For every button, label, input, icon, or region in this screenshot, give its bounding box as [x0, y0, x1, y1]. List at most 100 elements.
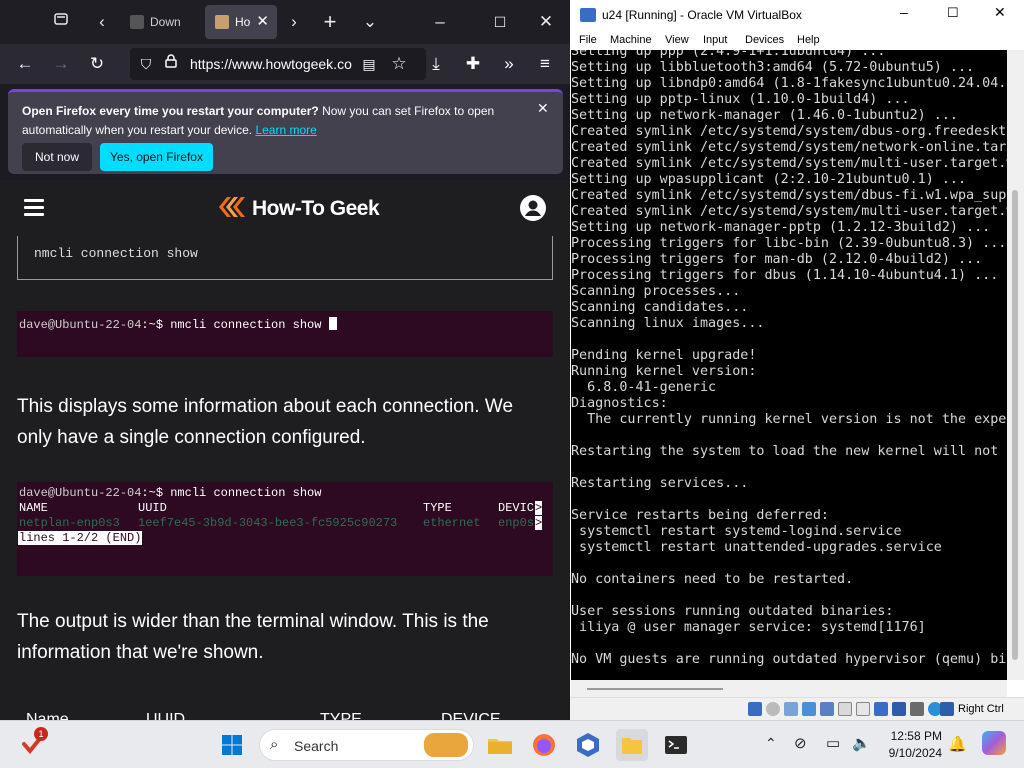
menu-machine[interactable]: Machine: [610, 34, 652, 46]
forward-icon[interactable]: →: [48, 51, 74, 77]
new-tab-icon[interactable]: +: [316, 9, 344, 35]
terminal-command: nmcli connection show: [170, 486, 322, 500]
lock-icon[interactable]: [158, 51, 184, 77]
menu-help[interactable]: Help: [797, 34, 820, 46]
page-content: How-To Geek nmcli connection show dave@U…: [0, 180, 570, 720]
terminal-line: No containers need to be restarted.: [571, 572, 854, 587]
menu-devices[interactable]: Devices: [745, 34, 784, 46]
extensions-icon[interactable]: ✚: [460, 51, 486, 77]
menu-view[interactable]: View: [665, 34, 689, 46]
shared-folders-icon[interactable]: [838, 702, 852, 716]
optical-drive-icon[interactable]: [766, 702, 780, 716]
terminal-icon[interactable]: [660, 729, 692, 761]
audio-icon[interactable]: [784, 702, 798, 716]
security-alert-icon[interactable]: 1: [22, 727, 48, 757]
table-header-uuid: UUID: [146, 711, 186, 720]
terminal-line: Setting up libbluetooth3:amd64 (5.72-0ub…: [571, 60, 975, 75]
account-icon[interactable]: [520, 195, 546, 221]
bookmark-star-icon[interactable]: ☆: [386, 51, 412, 77]
virtualbox-icon: [580, 8, 596, 22]
scrollbar-thumb[interactable]: [587, 688, 723, 690]
article-paragraph-1: This displays some information about eac…: [17, 396, 514, 448]
site-logo[interactable]: How-To Geek: [216, 194, 380, 224]
scroll-tabs-left-icon[interactable]: ‹: [88, 9, 116, 35]
reload-icon[interactable]: ↻: [84, 51, 110, 77]
close-notification-icon[interactable]: ✕: [537, 100, 549, 117]
terminal-prompt: dave@Ubuntu-22-04: [19, 318, 142, 332]
back-icon[interactable]: ←: [12, 51, 38, 77]
not-now-button[interactable]: Not now: [22, 143, 92, 171]
chevron-down-icon[interactable]: ⌄: [356, 9, 384, 35]
show-hidden-icons-icon[interactable]: ⌃: [765, 735, 777, 752]
copilot-icon[interactable]: [982, 731, 1006, 755]
minimize-icon[interactable]: –: [900, 4, 908, 20]
start-button[interactable]: [216, 729, 248, 761]
vm-display[interactable]: Setting up ppp (2.4.9-1+1.1ubuntu4) ... S…: [571, 50, 1007, 680]
display-icon[interactable]: [856, 702, 870, 716]
file-manager-icon[interactable]: [616, 729, 648, 761]
taskbar-search[interactable]: ⌕ Search: [259, 729, 474, 761]
scroll-tabs-right-icon[interactable]: ›: [280, 9, 308, 35]
more-indicator: >: [535, 501, 543, 515]
minimize-icon[interactable]: –: [426, 9, 454, 35]
maximize-icon[interactable]: ☐: [486, 9, 514, 35]
hamburger-menu-icon[interactable]: [24, 199, 44, 217]
keyboard-icon[interactable]: [940, 702, 954, 716]
menu-input[interactable]: Input: [703, 34, 727, 46]
more-tools-icon[interactable]: »: [496, 51, 522, 77]
close-window-icon[interactable]: ✕: [532, 9, 560, 35]
usb-icon[interactable]: [820, 702, 834, 716]
reader-view-icon[interactable]: ▤: [356, 51, 382, 77]
vertical-scrollbar[interactable]: [1007, 50, 1024, 680]
app-menu-icon[interactable]: ≡: [532, 51, 558, 77]
volume-muted-icon[interactable]: 🔈: [852, 734, 871, 752]
tab-download[interactable]: Down: [120, 5, 198, 39]
tab-favicon-icon: [130, 15, 144, 29]
tab-label: Down: [150, 15, 181, 29]
column-header-type: TYPE: [423, 501, 452, 515]
yes-open-firefox-button[interactable]: Yes, open Firefox: [100, 143, 213, 171]
notification-bell-icon[interactable]: 🔔: [948, 735, 967, 753]
maximize-icon[interactable]: ☐: [947, 5, 959, 21]
terminal-line: Service restarts being deferred:: [571, 508, 829, 523]
system-clock[interactable]: 12:58 PM 9/10/2024: [880, 728, 942, 762]
horizontal-scrollbar[interactable]: [571, 680, 1007, 697]
menu-file[interactable]: File: [579, 34, 597, 46]
terminal-line: Setting up wpasupplicant (2:2.10-21ubunt…: [571, 172, 967, 187]
close-window-icon[interactable]: ✕: [994, 4, 1006, 21]
learn-more-link[interactable]: Learn more: [255, 123, 316, 137]
vbox-title-bar: u24 [Running] - Oracle VM VirtualBox – ☐…: [570, 0, 1024, 32]
more-indicator: >: [535, 516, 543, 530]
downloads-icon[interactable]: ⤓: [423, 51, 449, 77]
article-paragraph-2: The output is wider than the terminal wi…: [17, 611, 489, 663]
terminal-line: Created symlink /etc/systemd/system/mult…: [571, 156, 1007, 171]
vt-icon[interactable]: [910, 702, 924, 716]
virtualbox-taskbar-icon[interactable]: [572, 729, 604, 761]
hard-disk-icon[interactable]: [748, 702, 762, 716]
network-disconnected-icon[interactable]: ⊘: [794, 734, 807, 752]
url-bar[interactable]: ⛉ https://www.howtogeek.co ▤ ☆: [130, 48, 426, 80]
network-icon[interactable]: [802, 702, 816, 716]
htg-logo-icon: [219, 197, 245, 217]
vm-terminal-output: Setting up ppp (2.4.9-1+1.1ubuntu4) ... S…: [571, 50, 1007, 668]
search-placeholder: Search: [294, 738, 339, 754]
file-explorer-icon[interactable]: [484, 729, 516, 761]
tab-bar: ‹ Down Ho ✕ › + ⌄ – ☐ ✕: [0, 0, 570, 44]
list-all-tabs-icon[interactable]: [47, 9, 75, 35]
shield-icon[interactable]: ⛉: [133, 51, 159, 77]
firefox-icon[interactable]: [528, 729, 560, 761]
terminal-prompt: dave@Ubuntu-22-04: [19, 486, 142, 500]
terminal-line: Created symlink /etc/systemd/system/netw…: [571, 140, 1007, 155]
terminal-line: Scanning linux images...: [571, 316, 765, 331]
url-text[interactable]: https://www.howtogeek.co: [190, 48, 360, 80]
monitor-icon[interactable]: ▭: [826, 734, 840, 752]
close-tab-icon[interactable]: ✕: [256, 5, 269, 39]
notification-message: Open Firefox every time you restart your…: [22, 102, 522, 140]
cpu-icon[interactable]: [892, 702, 906, 716]
terminal-line: Setting up libndp0:amd64 (1.8-1fakesync1…: [571, 76, 1007, 91]
scrollbar-thumb[interactable]: [1012, 190, 1018, 660]
recording-icon[interactable]: [874, 702, 888, 716]
tab-howtogeek[interactable]: Ho ✕: [205, 5, 277, 39]
code-block: nmcli connection show: [17, 236, 553, 280]
